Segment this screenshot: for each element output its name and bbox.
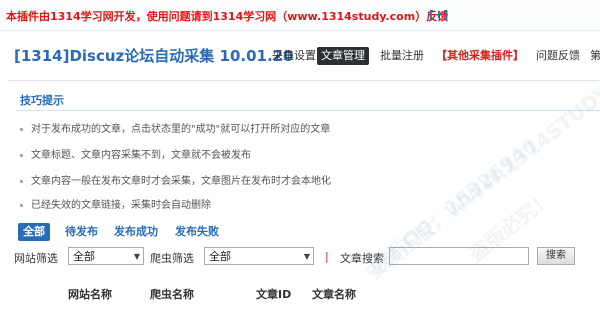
tip-item: 已经失效的文章链接，采集时会自动删除 xyxy=(20,196,211,211)
filter-bar: 网站筛选 全部 ▼ 爬虫筛选 全部 ▼ | 文章搜索 搜索 xyxy=(0,247,600,269)
tip-item: 对于发布成功的文章，点击状态里的"成功"就可以打开所对应的文章 xyxy=(20,120,330,135)
table-header: 网站名称 爬虫名称 文章ID 文章名称 xyxy=(0,279,600,309)
spider-filter-value: 全部 xyxy=(209,250,231,263)
column-header-article-name: 文章名称 xyxy=(312,288,356,301)
tab-published[interactable]: 发布成功 xyxy=(109,223,163,241)
tip-text: 文章标题、文章内容采集不到，文章就不会被发布 xyxy=(31,150,251,161)
tips-panel: 技巧提示 对于发布成功的文章，点击状态里的"成功"就可以打开所对应的文章 文章标… xyxy=(8,84,600,214)
tip-text: 对于发布成功的文章，点击状态里的"成功"就可以打开所对应的文章 xyxy=(31,124,331,135)
notice-bar: 本插件由1314学习网开发，使用问题请到1314学习网（www.1314stud… xyxy=(0,0,600,31)
bullet-icon xyxy=(20,203,23,207)
tip-item: 文章内容一般在发布文章时才会采集，文章图片在发布时才会本地化 xyxy=(20,172,331,187)
header: [1314]Discuz论坛自动采集 10.01.20 采集设置 文章管理 批量… xyxy=(0,31,600,75)
notice-expand-link[interactable]: [+] xyxy=(429,8,448,21)
site-filter-label: 网站筛选 xyxy=(14,252,58,265)
notice-text: 本插件由1314学习网开发，使用问题请到1314学习网（www.1314stud… xyxy=(6,10,449,23)
nav-other-plugins[interactable]: 【其他采集插件】 xyxy=(432,47,528,65)
tip-text: 已经失效的文章链接，采集时会自动删除 xyxy=(31,200,211,211)
header-divider xyxy=(8,80,600,81)
bullet-icon xyxy=(20,127,23,131)
tips-divider xyxy=(16,110,600,111)
nav-more[interactable]: 第 xyxy=(586,47,600,65)
search-input[interactable] xyxy=(389,247,529,265)
nav-batch-register[interactable]: 批量注册 xyxy=(376,47,428,65)
nav-article-manage[interactable]: 文章管理 xyxy=(317,47,369,65)
site-filter-select[interactable]: 全部 ▼ xyxy=(68,247,144,265)
site-filter-value: 全部 xyxy=(73,250,95,263)
bullet-icon xyxy=(20,153,23,157)
chevron-down-icon: ▼ xyxy=(133,252,140,261)
tab-all[interactable]: 全部 xyxy=(18,223,50,241)
tab-failed[interactable]: 发布失败 xyxy=(170,223,224,241)
tip-item: 文章标题、文章内容采集不到，文章就不会被发布 xyxy=(20,146,251,161)
spider-filter-label: 爬虫筛选 xyxy=(150,252,194,265)
filter-separator: | xyxy=(325,250,329,263)
column-header-article-id: 文章ID xyxy=(256,288,292,301)
column-header-spider: 爬虫名称 xyxy=(150,288,194,301)
nav-collect-settings[interactable]: 采集设置 xyxy=(268,47,320,65)
search-button[interactable]: 搜索 xyxy=(537,247,575,265)
bullet-icon xyxy=(20,179,23,183)
tab-pending[interactable]: 待发布 xyxy=(60,223,103,241)
column-header-site: 网站名称 xyxy=(68,288,112,301)
search-label: 文章搜索 xyxy=(340,252,384,265)
tips-title: 技巧提示 xyxy=(20,94,64,107)
top-nav: 采集设置 文章管理 批量注册 【其他采集插件】 问题反馈 第 xyxy=(0,47,600,65)
nav-feedback[interactable]: 问题反馈 xyxy=(532,47,584,65)
chevron-down-icon: ▼ xyxy=(303,252,310,261)
spider-filter-select[interactable]: 全部 ▼ xyxy=(204,247,314,265)
tip-text: 文章内容一般在发布文章时才会采集，文章图片在发布时才会本地化 xyxy=(31,176,331,187)
